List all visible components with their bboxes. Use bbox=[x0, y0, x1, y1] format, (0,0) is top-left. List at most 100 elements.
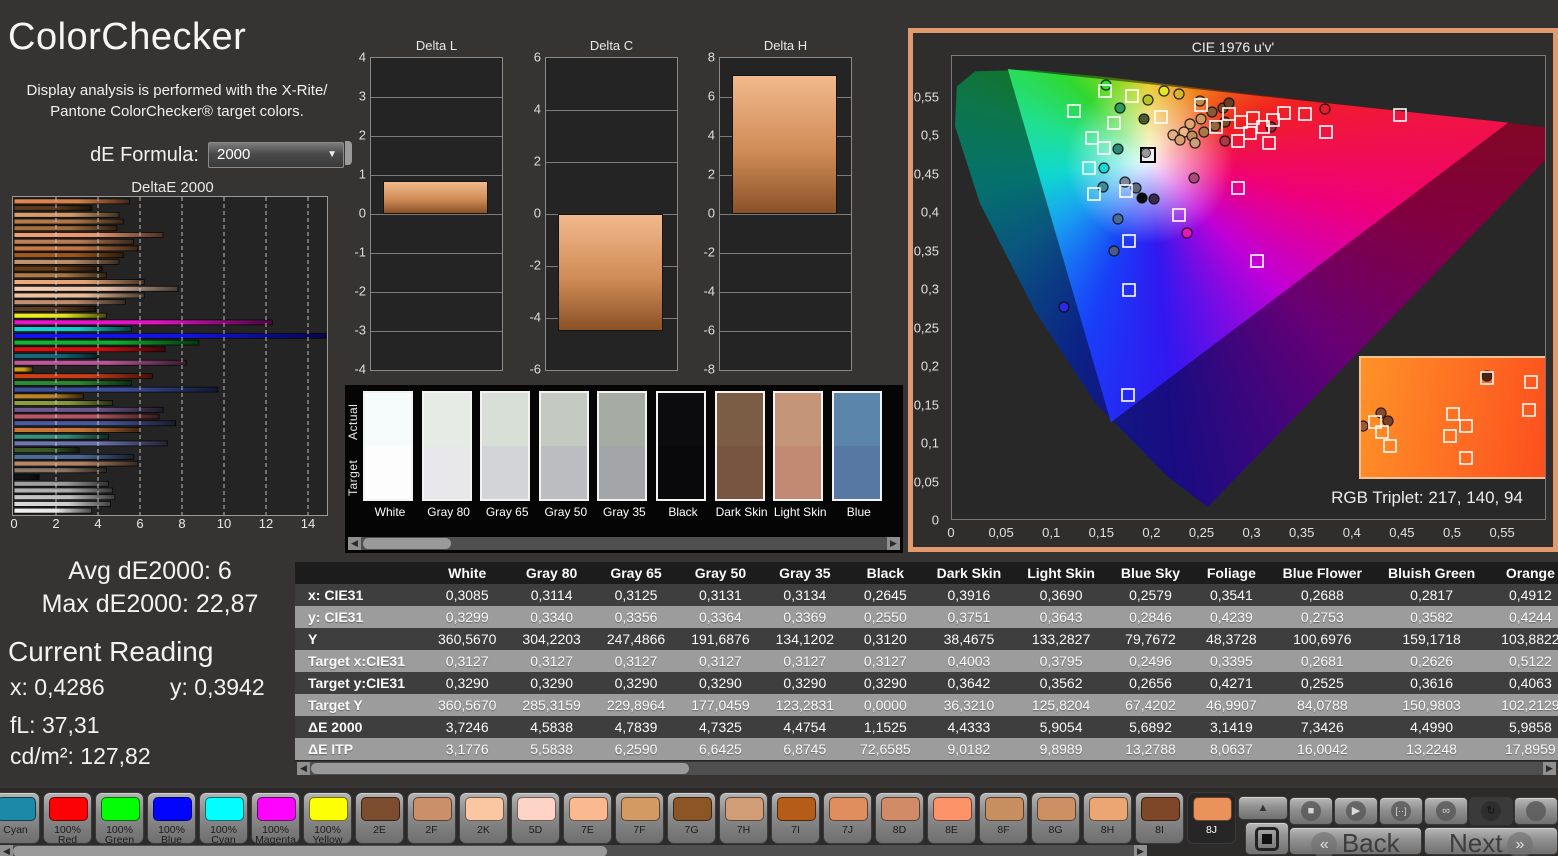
patch-button-7f[interactable]: 7F bbox=[615, 792, 664, 844]
table-cell: 0,3131 bbox=[678, 584, 763, 606]
scroll-right-icon[interactable]: ▶ bbox=[887, 537, 900, 550]
table-cell: 0,2846 bbox=[1107, 606, 1194, 628]
reading-fl: fL: 37,31 bbox=[10, 712, 100, 738]
scroll-left-icon[interactable]: ◀ bbox=[0, 845, 13, 856]
patch-button-7e[interactable]: 7E bbox=[563, 792, 612, 844]
cie-target-square bbox=[1262, 136, 1276, 150]
patch-label: 100% Cyan bbox=[210, 824, 237, 846]
chart-title: Delta C bbox=[589, 38, 634, 53]
table-cell: 0,2496 bbox=[1107, 650, 1194, 672]
continuous-measure-button[interactable]: ∞ bbox=[1424, 797, 1468, 825]
scroll-up-button[interactable]: ▲ bbox=[1238, 796, 1288, 820]
scrollbar-thumb[interactable] bbox=[311, 763, 689, 774]
patch-button-8h[interactable]: 8H bbox=[1083, 792, 1132, 844]
patch-button-100blue[interactable]: 100% Blue bbox=[147, 792, 196, 845]
patch-button-7j[interactable]: 7J bbox=[823, 792, 872, 844]
patch-button-7i[interactable]: 7I bbox=[771, 792, 820, 844]
current-reading-title: Current Reading bbox=[8, 636, 214, 667]
patch-swatch bbox=[933, 797, 972, 821]
single-measure-button[interactable]: [··] bbox=[1379, 797, 1423, 825]
y-tick-label: -8 bbox=[703, 361, 715, 377]
gridline bbox=[720, 214, 851, 215]
table-cell: 0,0000 bbox=[847, 694, 924, 716]
patch-button-8i[interactable]: 8I bbox=[1135, 792, 1184, 844]
cie-y-tick: 0,25 bbox=[913, 320, 939, 335]
patch-button-8e[interactable]: 8E bbox=[927, 792, 976, 844]
patch-button-2k[interactable]: 2K bbox=[459, 792, 508, 844]
scrollbar-thumb[interactable] bbox=[363, 538, 451, 549]
table-cell: 247,4866 bbox=[593, 628, 679, 650]
swatch-black bbox=[656, 391, 706, 501]
y-tick-label: 3 bbox=[358, 88, 366, 104]
table-cell: 103,8822 bbox=[1488, 628, 1558, 650]
deltae-chart-title: DeltaE 2000 bbox=[131, 179, 214, 196]
table-scrollbar[interactable]: ◀ ▶ bbox=[297, 762, 1556, 775]
patch-button-100yellow[interactable]: 100% Yellow bbox=[303, 792, 352, 845]
gridline bbox=[720, 292, 851, 293]
table-row-label: Target x:CIE31 bbox=[295, 650, 425, 672]
cie-y-tick: 0,45 bbox=[913, 166, 939, 181]
gridline bbox=[371, 214, 502, 215]
table-cell: 0,3541 bbox=[1193, 584, 1270, 606]
patch-button-7g[interactable]: 7G bbox=[667, 792, 716, 844]
patch-button-2f[interactable]: 2F bbox=[407, 792, 456, 844]
cie-x-tick: 0,45 bbox=[1389, 525, 1415, 540]
current-reading-xy: x: 0,4286 y: 0,3942 bbox=[10, 674, 290, 701]
patch-button-cyan[interactable]: Cyan bbox=[0, 792, 40, 844]
patch-strip-scrollbar[interactable]: ◀ ▶ bbox=[0, 845, 1147, 856]
x-tick-label: 0 bbox=[10, 516, 18, 531]
de-formula-dropdown[interactable]: 2000 ▼ bbox=[208, 142, 344, 168]
patch-button-100cyan[interactable]: 100% Cyan bbox=[199, 792, 248, 846]
table-cell: 0,4912 bbox=[1488, 584, 1558, 606]
table-cell: 0,3356 bbox=[593, 606, 679, 628]
table-cell: 1,1525 bbox=[847, 716, 924, 738]
x-tick-label: 4 bbox=[94, 516, 102, 531]
y-tick-label: -4 bbox=[529, 309, 541, 325]
patch-button-2e[interactable]: 2E bbox=[355, 792, 404, 844]
next-button[interactable]: Next » bbox=[1424, 827, 1558, 856]
cie-target-square bbox=[1067, 104, 1081, 118]
patch-label: 2K bbox=[477, 824, 490, 836]
scroll-right-icon[interactable]: ▶ bbox=[1134, 845, 1147, 856]
y-tick-label: 4 bbox=[533, 101, 541, 117]
table-row: ΔE 2000 3,7246 4,5838 4,7839 4,7325 4,4754 1,1… bbox=[295, 716, 1558, 738]
pattern-window-button[interactable] bbox=[1245, 822, 1289, 855]
patch-button-8f[interactable]: 8F bbox=[979, 792, 1028, 844]
actual-swatch bbox=[365, 393, 411, 446]
table-cell: 4,5838 bbox=[509, 716, 594, 738]
patch-label: 7G bbox=[684, 824, 699, 836]
table-column-header: Gray 35 bbox=[762, 562, 848, 584]
page-title: ColorChecker bbox=[8, 16, 247, 58]
patch-button-100magenta[interactable]: 100% Magenta bbox=[251, 792, 300, 845]
table-cell: 125,8204 bbox=[1014, 694, 1108, 716]
patch-swatch bbox=[985, 797, 1024, 821]
cie-target-square bbox=[1121, 388, 1135, 402]
table-cell: 0,3290 bbox=[847, 672, 924, 694]
blank-button[interactable] bbox=[1514, 797, 1558, 825]
scroll-right-icon[interactable]: ▶ bbox=[1543, 762, 1556, 775]
refresh-button[interactable]: ↻ bbox=[1469, 797, 1513, 825]
stop-button[interactable]: ■ bbox=[1289, 797, 1333, 825]
table-cell: 0,3290 bbox=[509, 672, 594, 694]
scroll-left-icon[interactable]: ◀ bbox=[297, 762, 310, 775]
scrollbar-thumb[interactable] bbox=[13, 846, 607, 856]
splitter-handle[interactable] bbox=[345, 141, 352, 165]
patch-button-100green[interactable]: 100% Green bbox=[95, 792, 144, 845]
table-cell: 8,0637 bbox=[1193, 738, 1270, 760]
patch-swatch bbox=[1037, 797, 1076, 821]
table-column-header: Orange bbox=[1488, 562, 1558, 584]
patch-button-8g[interactable]: 8G bbox=[1031, 792, 1080, 844]
patch-button-100red[interactable]: 100% Red bbox=[43, 792, 92, 845]
y-tick-label: 2 bbox=[533, 153, 541, 169]
table-column-header: Black bbox=[847, 562, 924, 584]
swatch-strip-scrollbar[interactable]: ◀ ▶ bbox=[348, 537, 900, 550]
patch-button-5d[interactable]: 5D bbox=[511, 792, 560, 844]
scroll-left-icon[interactable]: ◀ bbox=[348, 537, 361, 550]
play-button[interactable]: ▶ bbox=[1334, 797, 1378, 825]
cie-measurement-dot bbox=[1098, 162, 1110, 174]
patch-button-8j[interactable]: 8J bbox=[1187, 792, 1236, 844]
patch-button-8d[interactable]: 8D bbox=[875, 792, 924, 844]
back-button[interactable]: « Back bbox=[1289, 827, 1422, 856]
patch-button-7h[interactable]: 7H bbox=[719, 792, 768, 844]
table-row-label: Y bbox=[295, 628, 425, 650]
